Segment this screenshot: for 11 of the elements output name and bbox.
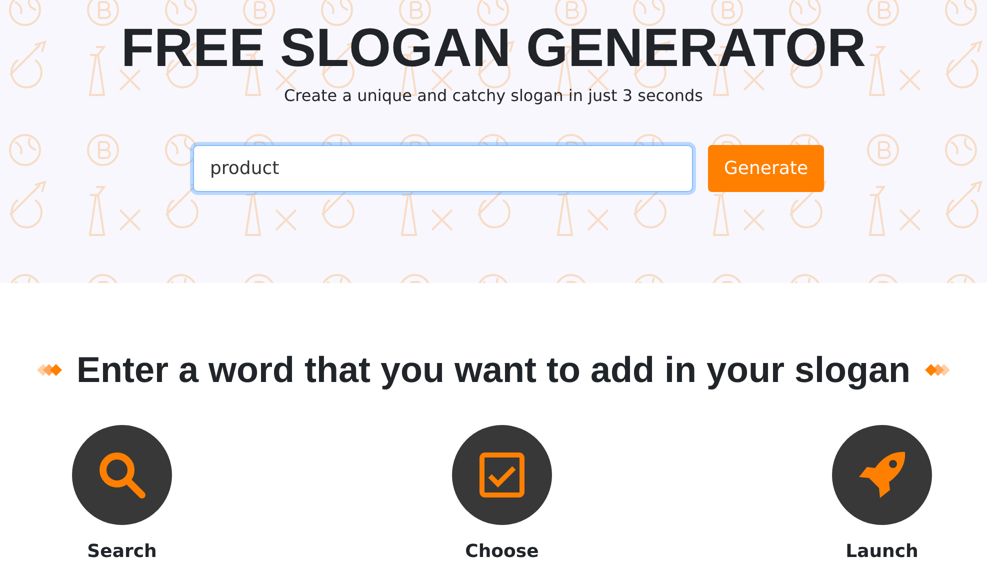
section-heading: Enter a word that you want to add in your slogan [76,349,911,391]
step-label: Choose [465,541,539,562]
step-label: Search [87,541,157,562]
rocket-icon [857,450,907,500]
page-title: FREE SLOGAN GENERATOR [120,17,866,80]
keyword-field[interactable]: product [192,145,693,192]
step-label: Launch [846,541,918,562]
diamonds-icon [922,363,951,377]
checkbox-icon [479,452,525,498]
diamonds-icon [36,363,64,377]
subtitle: Create a unique and catchy slogan in just 3 seconds [284,86,704,105]
